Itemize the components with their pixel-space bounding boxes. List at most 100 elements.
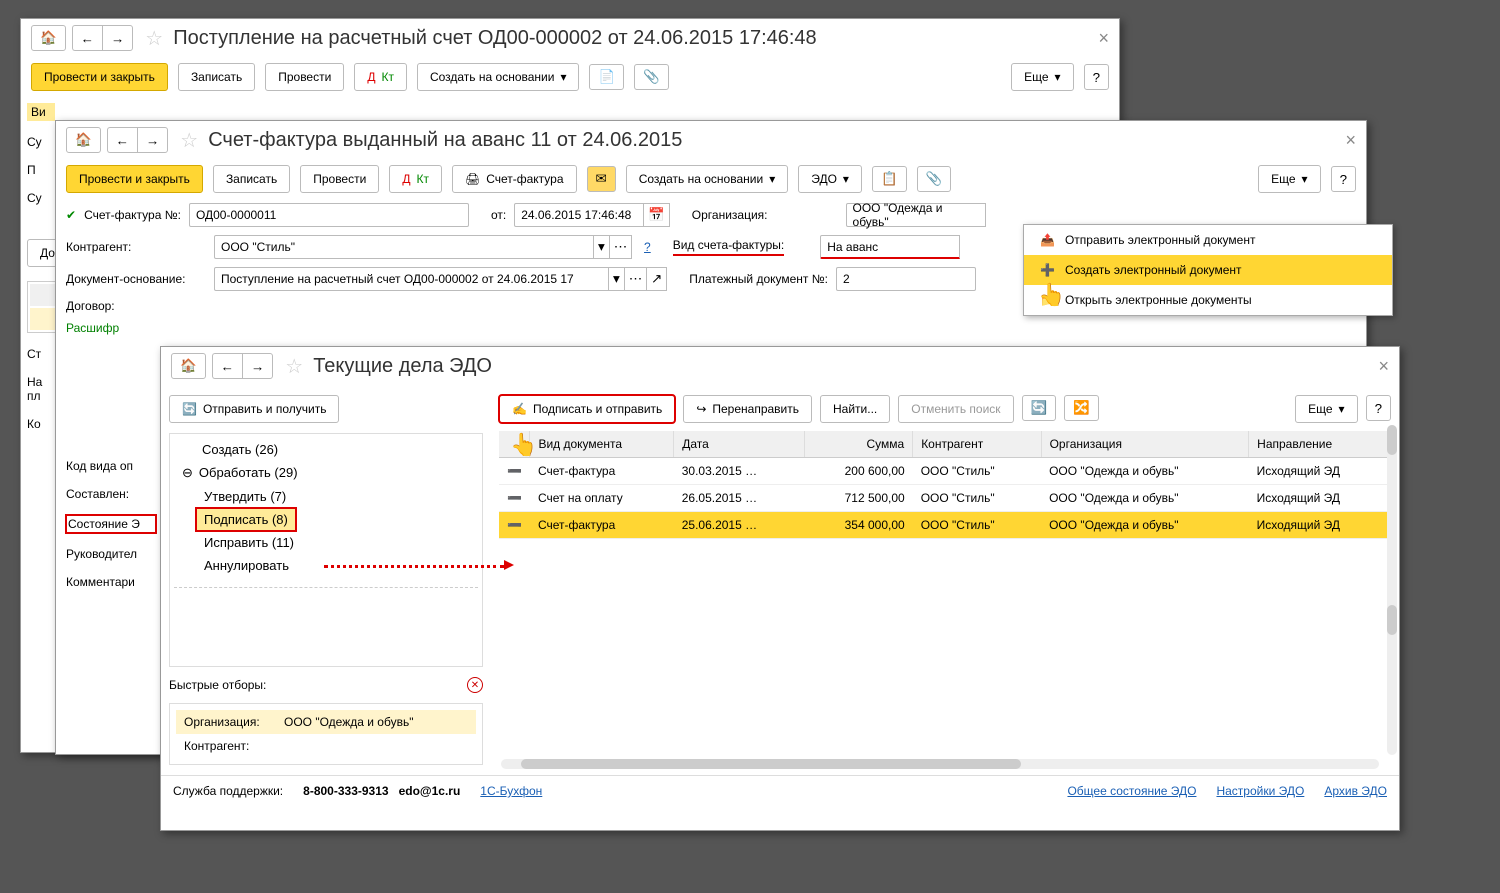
attach-icon[interactable]: 📎	[634, 64, 669, 90]
filter-counter-label: Контрагент:	[178, 736, 278, 756]
clear-filter-icon[interactable]: ✕	[467, 677, 483, 693]
home-button[interactable]: 🏠	[31, 25, 66, 51]
col-sum[interactable]: Сумма	[804, 431, 913, 458]
basis-input[interactable]: Поступление на расчетный счет ОД00-00000…	[214, 267, 609, 291]
col-org[interactable]: Организация	[1041, 431, 1249, 458]
sign-send-button[interactable]: ✍ Подписать и отправить	[499, 395, 675, 423]
open-icon[interactable]: ↗	[647, 267, 667, 291]
open-ref-icon[interactable]: ⋯	[625, 267, 647, 291]
tree-create[interactable]: Создать (26)	[194, 438, 478, 461]
calendar-icon[interactable]: 📅	[644, 203, 670, 227]
win2-header: 🏠 ← → ☆ Счет-фактура выданный на аванс 1…	[56, 121, 1366, 159]
find-button[interactable]: Найти...	[820, 395, 890, 423]
attach-icon[interactable]: 📎	[917, 166, 952, 192]
back-button[interactable]: ←	[107, 127, 137, 153]
back-button[interactable]: ←	[72, 25, 102, 51]
type-input[interactable]: На аванс	[820, 235, 960, 259]
edo-send-item[interactable]: 📤Отправить электронный документ	[1024, 225, 1392, 255]
table-row[interactable]: ➖ Счет-фактура30.03.2015 …200 600,00ООО …	[499, 458, 1391, 485]
dropdown-icon[interactable]: ▾	[609, 267, 625, 291]
more-button[interactable]: Еще ▾	[1295, 395, 1357, 423]
create-based-button[interactable]: Создать на основании ▾	[626, 165, 789, 193]
edo-create-item[interactable]: ➕Создать электронный документ	[1024, 255, 1392, 285]
print-invoice-button[interactable]: 🖨 Счет-фактура	[452, 165, 577, 193]
save-button[interactable]: Записать	[178, 63, 255, 91]
filter-org-value[interactable]: ООО "Одежда и обувь"	[278, 712, 474, 732]
org-input[interactable]: ООО "Одежда и обувь"	[846, 203, 986, 227]
star-icon[interactable]: ☆	[180, 128, 198, 153]
from-label: от:	[491, 208, 506, 222]
tree-fix[interactable]: Исправить (11)	[196, 531, 478, 554]
decode-link[interactable]: Расшифр	[66, 321, 119, 335]
help-icon[interactable]: ?	[1366, 395, 1391, 421]
edo-button[interactable]: ЭДО ▾	[798, 165, 862, 193]
help-link[interactable]: ?	[644, 240, 651, 254]
post-button[interactable]: Провести	[265, 63, 344, 91]
post-close-button[interactable]: Провести и закрыть	[66, 165, 203, 193]
support-phone: 8-800-333-9313	[303, 784, 388, 798]
basis-label: Документ-основание:	[66, 272, 206, 286]
col-dir[interactable]: Направление	[1249, 431, 1391, 458]
struct-icon[interactable]: 📋	[872, 166, 907, 192]
tree-process[interactable]: ⊖Обработать (29)	[174, 461, 478, 485]
post-button[interactable]: Провести	[300, 165, 379, 193]
dk-button[interactable]: ДКт	[354, 63, 407, 91]
open-ref-icon[interactable]: ⋯	[610, 235, 632, 259]
tree-sign[interactable]: Подписать (8)	[196, 508, 296, 531]
from-date-input[interactable]: 24.06.2015 17:46:48	[514, 203, 644, 227]
forward-button[interactable]: →	[242, 353, 273, 379]
link-archive[interactable]: Архив ЭДО	[1324, 784, 1387, 798]
home-button[interactable]: 🏠	[66, 127, 101, 153]
cancel-search-button[interactable]: Отменить поиск	[898, 395, 1013, 423]
send-icon: 📤	[1040, 233, 1055, 247]
star-icon[interactable]: ☆	[145, 26, 163, 51]
col-doc-type[interactable]: Вид документа	[530, 431, 674, 458]
horizontal-scrollbar[interactable]	[501, 759, 1379, 769]
tree-approve[interactable]: Утвердить (7)	[196, 485, 478, 508]
win1-toolbar: Провести и закрыть Записать Провести ДКт…	[21, 57, 1119, 97]
close-icon[interactable]: ×	[1098, 28, 1109, 49]
col-counter[interactable]: Контрагент	[913, 431, 1041, 458]
check-icon: ✔	[66, 208, 76, 222]
report-icon[interactable]: 📄	[589, 64, 624, 90]
support-link[interactable]: 1С-Бухфон	[480, 784, 542, 798]
post-close-button[interactable]: Провести и закрыть	[31, 63, 168, 91]
table-row[interactable]: ➖ Счет на оплату26.05.2015 …712 500,00ОО…	[499, 485, 1391, 512]
home-button[interactable]: 🏠	[171, 353, 206, 379]
save-button[interactable]: Записать	[213, 165, 290, 193]
dk-button[interactable]: ДКт	[389, 165, 442, 193]
support-label: Служба поддержки:	[173, 784, 283, 798]
paydoc-input[interactable]: 2	[836, 267, 976, 291]
close-icon[interactable]: ×	[1378, 356, 1389, 377]
star-icon[interactable]: ☆	[285, 354, 303, 379]
filter-org-label: Организация:	[178, 712, 278, 732]
counter-input[interactable]: ООО "Стиль"	[214, 235, 594, 259]
mail-icon[interactable]: ✉	[587, 166, 616, 192]
close-icon[interactable]: ×	[1345, 130, 1356, 151]
redirect-button[interactable]: ↪ Перенаправить	[683, 395, 812, 423]
help-icon[interactable]: ?	[1331, 166, 1356, 192]
create-based-button[interactable]: Создать на основании ▾	[417, 63, 580, 91]
more-button[interactable]: Еще ▾	[1258, 165, 1320, 193]
back-button[interactable]: ←	[212, 353, 242, 379]
dropdown-icon[interactable]: ▾	[594, 235, 610, 259]
edo-open-item[interactable]: 📁Открыть электронные документы	[1024, 285, 1392, 315]
link-settings[interactable]: Настройки ЭДО	[1216, 784, 1304, 798]
tree-icon[interactable]: 🔀	[1064, 395, 1099, 421]
table-row[interactable]: ➖ Счет-фактура25.06.2015 …354 000,00ООО …	[499, 512, 1391, 539]
win3-header: 🏠 ← → ☆ Текущие дела ЭДО ×	[161, 347, 1399, 385]
win2-title: Счет-фактура выданный на аванс 11 от 24.…	[208, 129, 1339, 152]
more-button[interactable]: Еще ▾	[1011, 63, 1073, 91]
link-state[interactable]: Общее состояние ЭДО	[1067, 784, 1196, 798]
forward-button[interactable]: →	[137, 127, 168, 153]
state-label: Состояние Э	[66, 515, 156, 533]
col-date[interactable]: Дата	[674, 431, 804, 458]
forward-button[interactable]: →	[102, 25, 133, 51]
help-icon[interactable]: ?	[1084, 64, 1109, 90]
vertical-scrollbar[interactable]	[1387, 425, 1397, 755]
send-receive-button[interactable]: 🔄 Отправить и получить	[169, 395, 339, 423]
add-icon: ➕	[1040, 263, 1055, 277]
tree: Создать (26) ⊖Обработать (29) Утвердить …	[169, 433, 483, 667]
inv-no-input[interactable]: ОД00-0000011	[189, 203, 469, 227]
refresh-icon[interactable]: 🔄	[1022, 395, 1057, 421]
